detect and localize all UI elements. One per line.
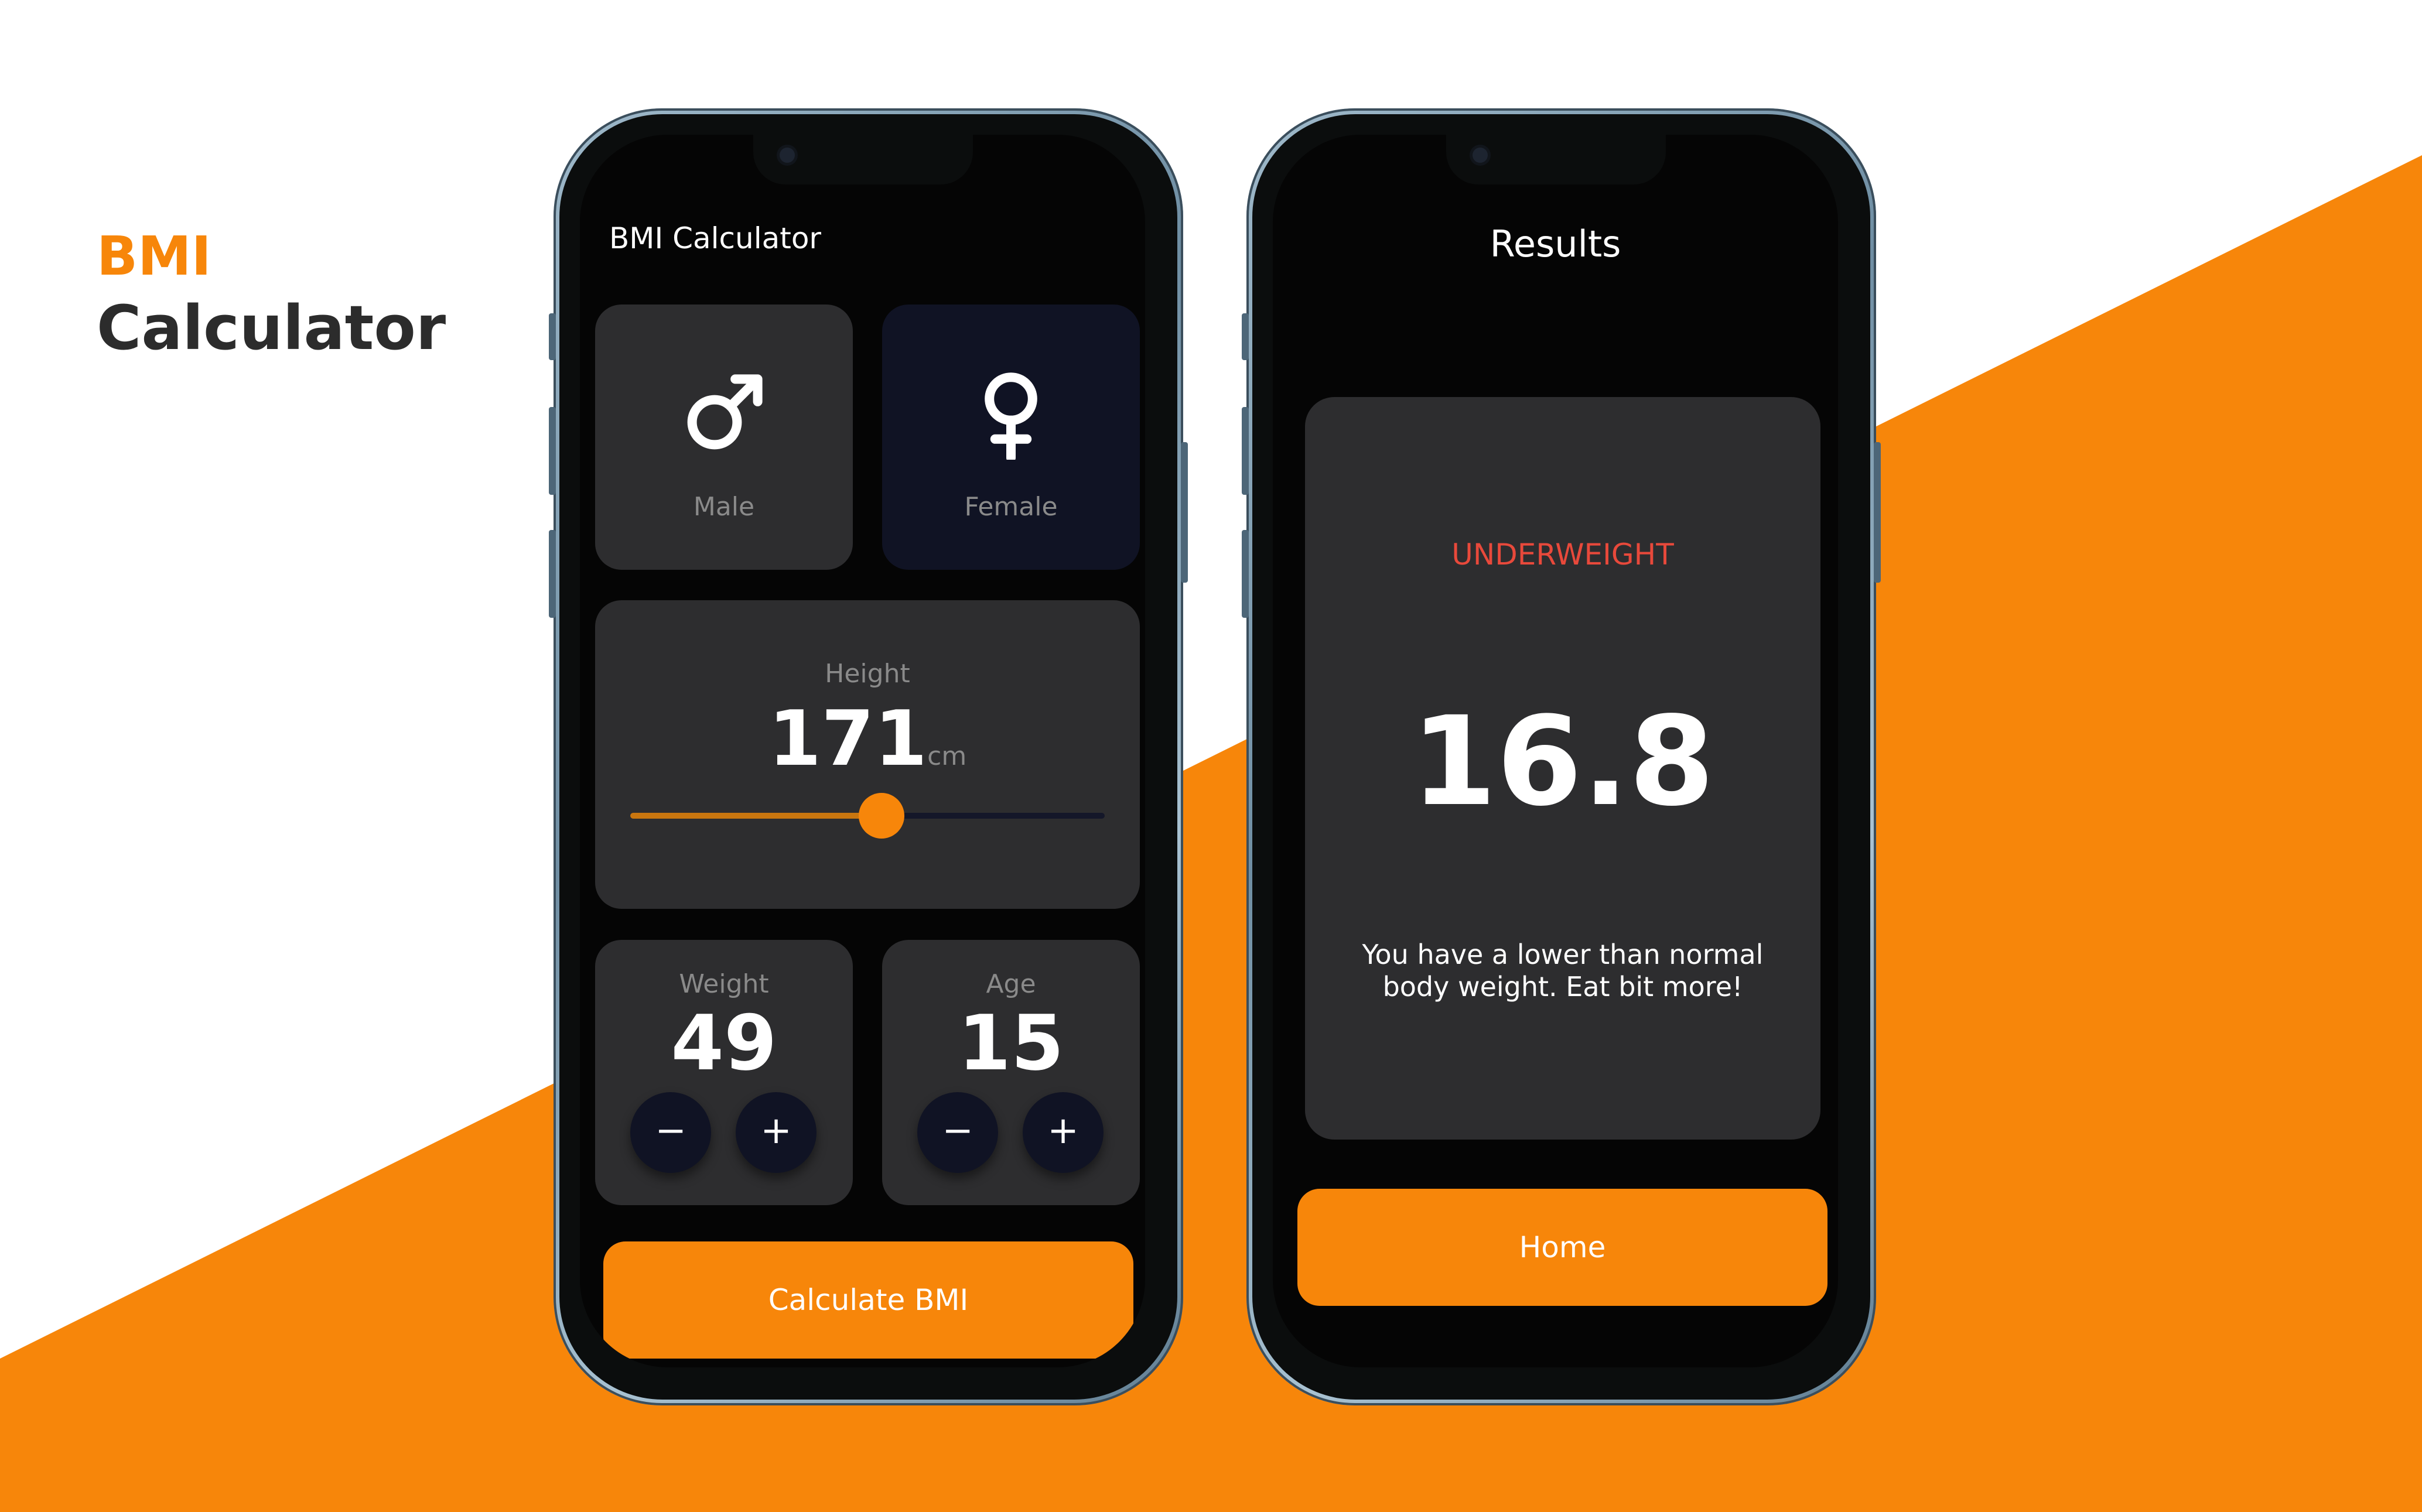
notch	[753, 135, 973, 184]
calculator-screen: BMI Calculator Male Female Height 171cm	[580, 135, 1145, 1367]
camera-icon	[1472, 148, 1488, 163]
side-button	[1242, 407, 1249, 495]
results-screen: Results UNDERWEIGHT 16.8 You have a lowe…	[1273, 135, 1838, 1367]
weight-card: Weight 49 − +	[595, 940, 853, 1205]
age-value: 15	[958, 998, 1064, 1087]
height-slider-thumb[interactable]	[859, 793, 905, 839]
side-button	[1181, 442, 1188, 583]
height-slider-fill	[630, 813, 882, 819]
weight-decrement-button[interactable]: −	[630, 1092, 711, 1173]
side-button	[549, 530, 556, 618]
gender-label-male: Male	[693, 492, 755, 522]
weight-label: Weight	[679, 969, 769, 999]
side-button	[549, 407, 556, 495]
result-message: You have a lower than normal body weight…	[1362, 939, 1764, 1003]
age-decrement-button[interactable]: −	[917, 1092, 998, 1173]
result-card: UNDERWEIGHT 16.8 You have a lower than n…	[1305, 397, 1820, 1140]
gender-label-female: Female	[964, 492, 1058, 522]
height-value: 171	[768, 694, 928, 783]
age-card: Age 15 − +	[882, 940, 1140, 1205]
app-title: BMI Calculator	[609, 221, 821, 255]
home-button[interactable]: Home	[1297, 1189, 1827, 1306]
side-button	[1242, 313, 1249, 360]
gender-card-female[interactable]: Female	[882, 305, 1140, 570]
height-unit: cm	[927, 741, 967, 771]
headline-bmi: BMI	[97, 225, 211, 288]
results-title: Results	[1490, 223, 1621, 265]
height-value-display: 171cm	[595, 694, 1140, 783]
age-increment-button[interactable]: +	[1023, 1092, 1104, 1173]
height-card: Height 171cm	[595, 600, 1140, 909]
side-button	[1874, 442, 1881, 583]
result-status: UNDERWEIGHT	[1451, 538, 1674, 572]
phone-calculator: BMI Calculator Male Female Height 171cm	[549, 108, 1188, 1405]
age-label: Age	[986, 969, 1036, 999]
side-button	[1242, 530, 1249, 618]
notch	[1446, 135, 1666, 184]
calculate-bmi-button[interactable]: Calculate BMI	[603, 1241, 1133, 1359]
phone-results: Results UNDERWEIGHT 16.8 You have a lowe…	[1242, 108, 1881, 1405]
height-label: Height	[825, 659, 910, 689]
side-button	[549, 313, 556, 360]
gender-card-male[interactable]: Male	[595, 305, 853, 570]
bmi-value: 16.8	[1410, 690, 1715, 833]
female-symbol-icon	[985, 372, 1037, 460]
camera-icon	[779, 148, 795, 163]
weight-value: 49	[671, 998, 777, 1087]
headline: BMI Calculator	[97, 223, 446, 366]
headline-calculator: Calculator	[97, 292, 446, 364]
male-symbol-icon	[687, 374, 763, 450]
weight-increment-button[interactable]: +	[736, 1092, 817, 1173]
